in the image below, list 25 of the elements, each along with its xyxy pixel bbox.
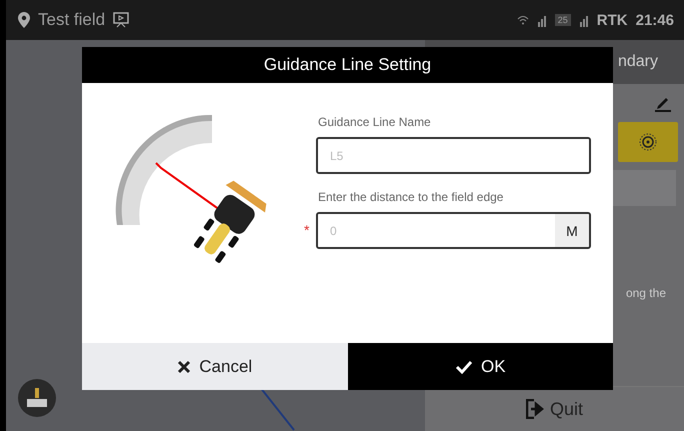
target-button[interactable] (618, 122, 678, 162)
panel-note: ong the (624, 286, 667, 300)
tractor-avatar[interactable] (18, 379, 56, 417)
check-icon (454, 360, 473, 374)
cancel-button[interactable]: Cancel (82, 343, 348, 390)
presentation-icon (113, 12, 130, 28)
wifi-icon (516, 15, 529, 25)
required-mark: * (304, 222, 310, 238)
unit-label: M (555, 214, 589, 247)
location-pin-icon (18, 12, 30, 28)
target-icon (638, 132, 658, 152)
exit-icon (526, 399, 544, 419)
gnss-status: RTK (596, 12, 628, 28)
satellite-count: 25 (554, 14, 571, 26)
panel-title: ndary (618, 53, 658, 71)
field-label: Guidance Line Name (318, 115, 432, 129)
signal-icon (578, 13, 589, 27)
field-name: Test field (38, 10, 106, 30)
signal-icon (536, 13, 547, 27)
dialog-title: Guidance Line Setting (82, 47, 613, 83)
close-icon (177, 360, 192, 374)
ok-button[interactable]: OK (348, 343, 613, 390)
field-label: Enter the distance to the field edge (318, 190, 504, 204)
input-field[interactable]: 0 M (316, 212, 591, 249)
clock-time: 21:46 (636, 12, 674, 28)
